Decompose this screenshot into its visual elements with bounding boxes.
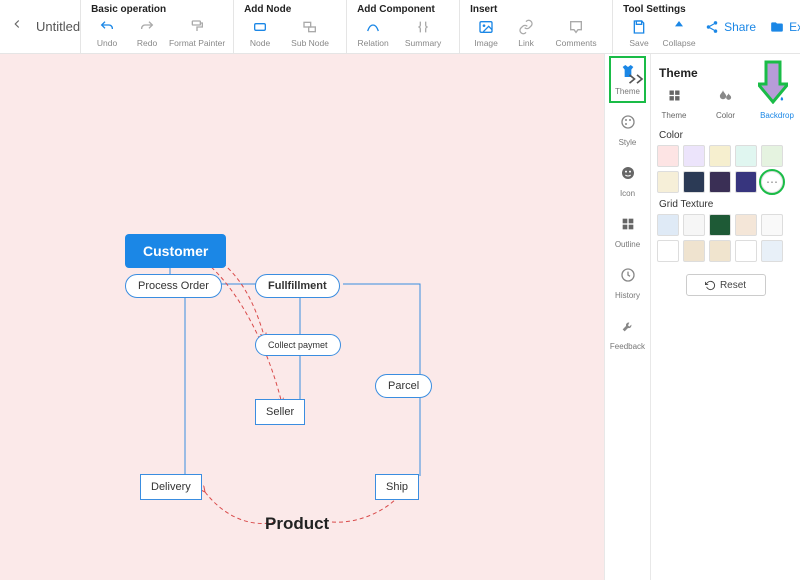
grid-icon [620,216,636,237]
node-customer[interactable]: Customer [125,234,226,268]
rail-outline[interactable]: Outline [605,207,650,258]
swatch[interactable] [761,145,783,167]
collapse-button[interactable]: Collapse [661,18,697,48]
swatch[interactable] [709,171,731,193]
node-seller[interactable]: Seller [255,399,305,425]
undo-icon [99,18,115,36]
panel-tab-theme[interactable]: Theme [657,88,691,120]
back-button[interactable] [10,17,24,36]
save-icon [631,18,647,36]
fmt-button[interactable]: Format Painter [169,18,225,48]
rel-button[interactable]: Relation [355,18,391,48]
diagram-edges [0,54,604,580]
panel-tab-color[interactable]: Color [709,88,743,120]
doc-title[interactable]: Untitled [36,19,80,34]
redo-button[interactable]: Redo [129,18,165,48]
node-collect[interactable]: Collect paymet [255,334,341,356]
swatch[interactable] [657,145,679,167]
palette-icon [620,114,636,135]
guide-arrow-icon [758,60,788,104]
undo-button[interactable]: Undo [89,18,125,48]
node-ship[interactable]: Ship [375,474,419,500]
link-button[interactable]: Link [508,18,544,48]
rect2-icon [302,18,318,36]
node-product[interactable]: Product [265,514,329,534]
save-button[interactable]: Save [621,18,657,48]
face-icon [620,165,636,186]
reset-button[interactable]: Reset [686,274,766,296]
toolbar-group-label: Insert [468,4,604,18]
clock-icon [620,267,636,288]
export-button[interactable]: Export [770,20,800,34]
rail-feedback[interactable]: Feedback [605,309,650,360]
panel-section-grid: Grid Texture [659,199,794,210]
img-button[interactable]: Image [468,18,504,48]
swatch[interactable] [761,240,783,262]
cmt-button[interactable]: Comments [548,18,604,48]
rect-icon [252,18,268,36]
swatch[interactable] [657,240,679,262]
toolbar-group-label: Tool Settings [621,4,697,18]
rail-icon[interactable]: Icon [605,156,650,207]
line-icon [365,18,381,36]
node-delivery[interactable]: Delivery [140,474,202,500]
collapse-icon [671,18,687,36]
link-icon [518,18,534,36]
swatch[interactable] [735,240,757,262]
toolbar-group-label: Add Node [242,4,338,18]
share-button[interactable]: Share [705,20,756,34]
swatch[interactable] [683,214,705,236]
sum-button[interactable]: Summary [395,18,451,48]
panel-section-color: Color [659,130,794,141]
swatch[interactable] [735,171,757,193]
image-icon [478,18,494,36]
comment-icon [568,18,584,36]
swatch[interactable] [709,214,731,236]
wrench-icon [620,318,636,339]
canvas[interactable]: Customer Process Order Fullfillment Collect… [0,54,604,580]
rail-style[interactable]: Style [605,105,650,156]
swatch[interactable] [683,145,705,167]
node-process[interactable]: Process Order [125,274,222,298]
swatch[interactable] [683,240,705,262]
swatch[interactable] [657,214,679,236]
node-parcel[interactable]: Parcel [375,374,432,398]
panel-collapse[interactable] [627,72,647,91]
swatch[interactable] [657,171,679,193]
swatch[interactable] [735,214,757,236]
subnode-button[interactable]: Sub Node [282,18,338,48]
swatch[interactable] [735,145,757,167]
four-icon [667,88,682,108]
curly-icon [415,18,431,36]
swatch[interactable] [709,240,731,262]
paint-icon [189,18,205,36]
swatch[interactable] [683,171,705,193]
toolbar-group-label: Basic operation [89,4,225,18]
swatch[interactable] [709,145,731,167]
swatch[interactable] [761,214,783,236]
redo-icon [139,18,155,36]
node-fulfill[interactable]: Fullfillment [255,274,340,298]
swatch-more[interactable]: ⋯ [761,171,783,193]
drops-icon [718,88,733,108]
rail-history[interactable]: History [605,258,650,309]
node-button[interactable]: Node [242,18,278,48]
toolbar-group-label: Add Component [355,4,451,18]
